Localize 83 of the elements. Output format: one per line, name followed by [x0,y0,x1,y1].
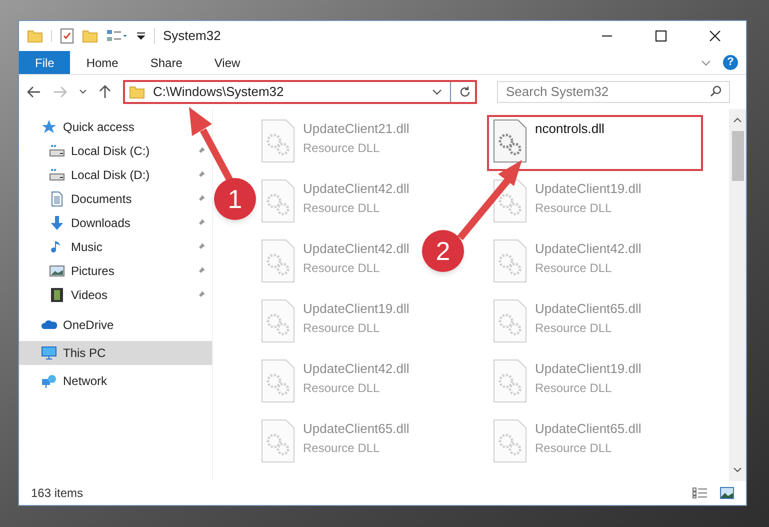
file-type: Resource DLL [535,440,613,456]
file-name: UpdateClient19.dll [535,180,642,198]
file-name: UpdateClient42.dll [303,240,410,258]
ribbon-tab[interactable]: View [198,51,256,74]
nav-item[interactable]: Downloads [19,211,212,235]
dropdown-caret-icon[interactable] [432,88,442,96]
dll-file-icon [493,119,527,163]
dll-file-icon [261,179,295,223]
window-title: System32 [163,27,221,46]
details-view-icon[interactable] [692,487,708,499]
dll-file-icon [261,239,295,283]
list-view-icon[interactable] [106,29,128,43]
address-path: C:\Windows\System32 [153,83,285,102]
scrollbar[interactable] [729,109,746,481]
nav-item[interactable]: Music [19,235,212,259]
up-arrow-icon[interactable] [99,85,111,99]
file-name: UpdateClient65.dll [303,420,410,438]
dll-file-icon [261,359,295,403]
dll-file-icon [261,299,295,343]
drive-icon [49,143,65,159]
file-name: UpdateClient19.dll [535,360,642,378]
recent-caret-icon[interactable] [79,89,87,95]
help-button[interactable]: ? [723,55,738,70]
nav-item[interactable]: Local Disk (D:) [19,163,212,187]
ribbon-tab[interactable]: Home [70,51,134,74]
file-item[interactable]: ncontrols.dll [487,115,703,171]
file-type: Resource DLL [303,140,381,156]
large-icons-view-icon[interactable] [720,487,734,499]
dll-file-icon [493,239,527,283]
refresh-icon[interactable] [459,86,471,98]
nav-item[interactable]: Network [19,369,212,393]
file-type: Resource DLL [535,200,613,216]
search-field[interactable]: Search System32 [497,80,730,102]
file-type: Resource DLL [535,380,613,396]
ribbon-tab[interactable]: Share [134,51,198,74]
file-name: ncontrols.dll [535,120,604,138]
nav-item[interactable]: This PC [19,341,212,365]
file-name: UpdateClient42.dll [303,360,410,378]
file-type: Resource DLL [303,260,381,276]
nav-item[interactable]: Pictures [19,259,212,283]
file-name: UpdateClient65.dll [535,420,642,438]
nav-item[interactable]: OneDrive [19,313,212,337]
file-type: Resource DLL [303,320,381,336]
dll-file-icon [261,119,295,163]
file-type: Resource DLL [303,380,381,396]
expand-ribbon-icon[interactable] [701,58,711,66]
file-type: Resource DLL [303,440,381,456]
nav-item[interactable]: Videos [19,283,212,307]
dll-file-icon [493,419,527,463]
drive-icon [49,167,65,183]
scroll-down-icon[interactable] [733,467,742,473]
nav-item[interactable]: Local Disk (C:) [19,139,212,163]
nav-item[interactable]: Documents [19,187,212,211]
nav-item[interactable]: Quick access [19,115,212,139]
star-icon [41,119,57,135]
video-icon [49,287,65,303]
file-name: UpdateClient21.dll [303,120,410,138]
back-arrow-icon[interactable] [27,86,41,98]
properties-icon[interactable] [60,28,74,44]
download-icon [49,215,65,231]
file-type: Resource DLL [303,200,381,216]
scroll-thumb[interactable] [732,131,744,181]
file-type: Resource DLL [535,260,613,276]
address-bar[interactable]: C:\Windows\System32 [123,80,477,104]
dll-file-icon [493,299,527,343]
picture-icon [49,263,65,279]
pc-icon [41,345,57,361]
dll-file-icon [493,179,527,223]
file-name: UpdateClient19.dll [303,300,410,318]
folder-icon [129,85,145,99]
file-name: UpdateClient65.dll [535,300,642,318]
file-type: Resource DLL [535,320,613,336]
search-icon [710,85,722,97]
file-name: UpdateClient42.dll [303,180,410,198]
network-icon [41,373,57,389]
document-icon [49,191,65,207]
file-name: UpdateClient42.dll [535,240,642,258]
scroll-up-icon[interactable] [733,117,742,123]
dll-file-icon [493,359,527,403]
dll-file-icon [261,419,295,463]
ribbon-tab[interactable]: File [19,51,70,74]
dropdown-icon[interactable] [136,31,146,41]
item-count: 163 items [31,485,84,502]
